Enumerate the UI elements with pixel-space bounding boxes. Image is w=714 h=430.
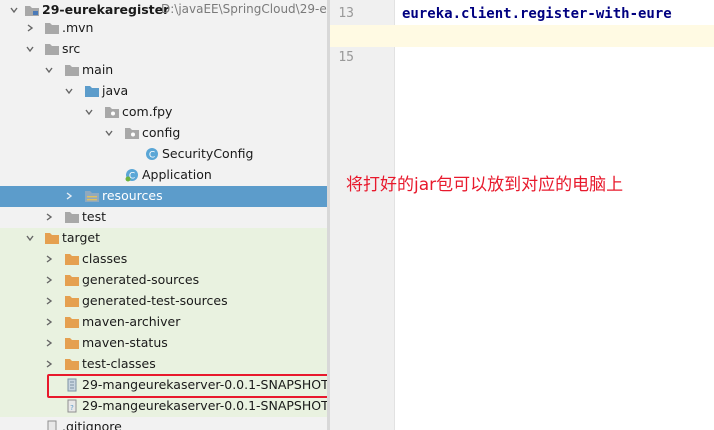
project-name: 29-eurekaregister <box>42 2 170 17</box>
project-tree[interactable]: 29-eurekaregister D:\javaEE\SpringCloud\… <box>0 0 327 430</box>
tree-row-package[interactable]: com.fpy <box>0 102 327 123</box>
tree-row-resources[interactable]: resources <box>0 186 327 207</box>
excluded-folder-icon <box>65 338 79 349</box>
tree-label: maven-status <box>82 335 168 350</box>
chevron-right-icon[interactable] <box>45 318 53 326</box>
folder-icon <box>45 23 59 34</box>
excluded-folder-icon <box>65 296 79 307</box>
tree-label: 29-mangeurekaserver-0.0.1-SNAPSHOT.jar <box>82 398 327 413</box>
current-line-highlight <box>330 25 714 47</box>
tree-label: maven-archiver <box>82 314 181 329</box>
tree-row-main[interactable]: main <box>0 60 327 81</box>
folder-icon <box>45 44 59 55</box>
excluded-folder-icon <box>65 254 79 265</box>
line-number: 15 <box>338 50 354 65</box>
chevron-right-icon[interactable] <box>45 255 53 263</box>
folder-icon <box>65 65 79 76</box>
tree-row-jar-original[interactable]: ? 29-mangeurekaserver-0.0.1-SNAPSHOT.jar <box>0 396 327 417</box>
tree-label: Application <box>142 167 212 182</box>
tree-row-mvn[interactable]: .mvn <box>0 18 327 39</box>
chevron-down-icon[interactable] <box>26 234 34 242</box>
excluded-folder-icon <box>65 317 79 328</box>
chevron-down-icon[interactable] <box>10 6 18 14</box>
source-folder-icon <box>85 86 99 97</box>
tree-label: generated-test-sources <box>82 293 228 308</box>
annotation-text: 将打好的jar包可以放到对应的电脑上 <box>346 175 624 195</box>
tree-label: classes <box>82 251 128 266</box>
chevron-down-icon[interactable] <box>105 129 113 137</box>
chevron-right-icon[interactable] <box>45 213 53 221</box>
svg-text:C: C <box>149 151 155 161</box>
tree-label: java <box>102 83 129 98</box>
excluded-folder-icon <box>65 359 79 370</box>
file-icon: ? <box>67 399 77 413</box>
chevron-down-icon[interactable] <box>26 45 34 53</box>
tree-label: target <box>62 230 101 245</box>
tree-row-gitignore[interactable]: .gitignore <box>0 417 327 430</box>
tree-row-application[interactable]: C Application <box>0 165 327 186</box>
tree-label: resources <box>102 188 163 203</box>
editor-gutter: 13 14 15 <box>330 0 395 430</box>
tree-row-test-classes[interactable]: test-classes <box>0 354 327 375</box>
tree-label: .mvn <box>62 20 94 35</box>
tree-row-security-config[interactable]: C SecurityConfig <box>0 144 327 165</box>
chevron-down-icon[interactable] <box>85 108 93 116</box>
tree-label: src <box>62 41 81 56</box>
code-editor[interactable] <box>395 0 714 430</box>
tree-row-target[interactable]: target <box>0 228 327 249</box>
tree-label: test <box>82 209 107 224</box>
chevron-right-icon[interactable] <box>45 297 53 305</box>
tree-row-generated-sources[interactable]: generated-sources <box>0 270 327 291</box>
highlight-box <box>47 374 327 398</box>
chevron-down-icon[interactable] <box>45 66 53 74</box>
tree-row-maven-status[interactable]: maven-status <box>0 333 327 354</box>
chevron-right-icon[interactable] <box>45 339 53 347</box>
folder-icon <box>65 212 79 223</box>
chevron-right-icon[interactable] <box>65 192 73 200</box>
chevron-right-icon[interactable] <box>26 24 34 32</box>
tree-label: test-classes <box>82 356 156 371</box>
tree-row-classes[interactable]: classes <box>0 249 327 270</box>
tree-row-maven-archiver[interactable]: maven-archiver <box>0 312 327 333</box>
code-line-13[interactable]: eureka.client.register-with-eure <box>402 6 672 22</box>
tree-row-generated-test-sources[interactable]: generated-test-sources <box>0 291 327 312</box>
chevron-right-icon[interactable] <box>45 360 53 368</box>
package-icon <box>105 107 119 118</box>
tree-label: main <box>82 62 114 77</box>
package-icon <box>125 128 139 139</box>
tree-row-src[interactable]: src <box>0 39 327 60</box>
resources-folder-icon <box>85 191 99 202</box>
chevron-right-icon[interactable] <box>45 276 53 284</box>
module-folder-icon <box>25 6 39 16</box>
tree-label: com.fpy <box>122 104 173 119</box>
tree-label: .gitignore <box>62 419 122 430</box>
line-number: 13 <box>338 6 354 21</box>
spring-application-icon: C <box>125 169 138 182</box>
excluded-folder-icon <box>65 275 79 286</box>
excluded-folder-icon <box>45 233 59 244</box>
tree-label: generated-sources <box>82 272 200 287</box>
file-icon <box>47 420 57 430</box>
tree-label: SecurityConfig <box>162 146 254 161</box>
chevron-down-icon[interactable] <box>65 87 73 95</box>
project-path: D:\javaEE\SpringCloud\29-eur <box>161 2 327 16</box>
tree-row-test[interactable]: test <box>0 207 327 228</box>
tree-label: config <box>142 125 181 140</box>
svg-text:?: ? <box>70 404 74 412</box>
tree-row-config[interactable]: config <box>0 123 327 144</box>
tree-row-java[interactable]: java <box>0 81 327 102</box>
class-icon: C <box>146 148 158 161</box>
